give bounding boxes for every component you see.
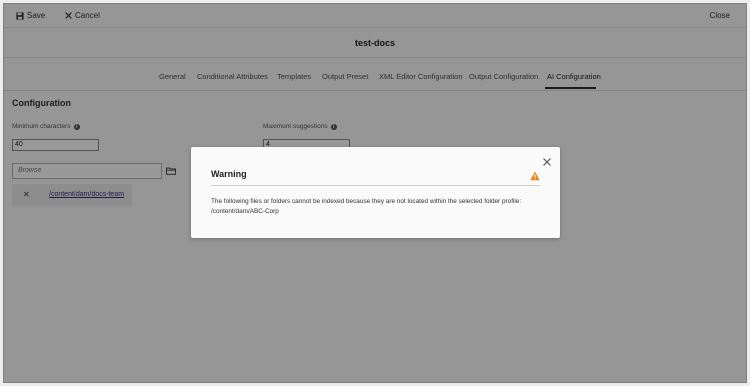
dialog-message-path: /content/dam/ABC-Corp xyxy=(211,208,279,215)
close-icon xyxy=(542,154,552,171)
dialog-message-line: The following files or folders cannot be… xyxy=(211,198,522,205)
dialog-title: Warning xyxy=(211,169,247,179)
warning-dialog: Warning The following files or folders c… xyxy=(191,147,560,238)
dialog-message: The following files or folders cannot be… xyxy=(211,197,541,217)
dialog-close-button[interactable] xyxy=(542,154,552,166)
dialog-divider xyxy=(211,185,540,186)
warning-icon xyxy=(530,168,540,181)
